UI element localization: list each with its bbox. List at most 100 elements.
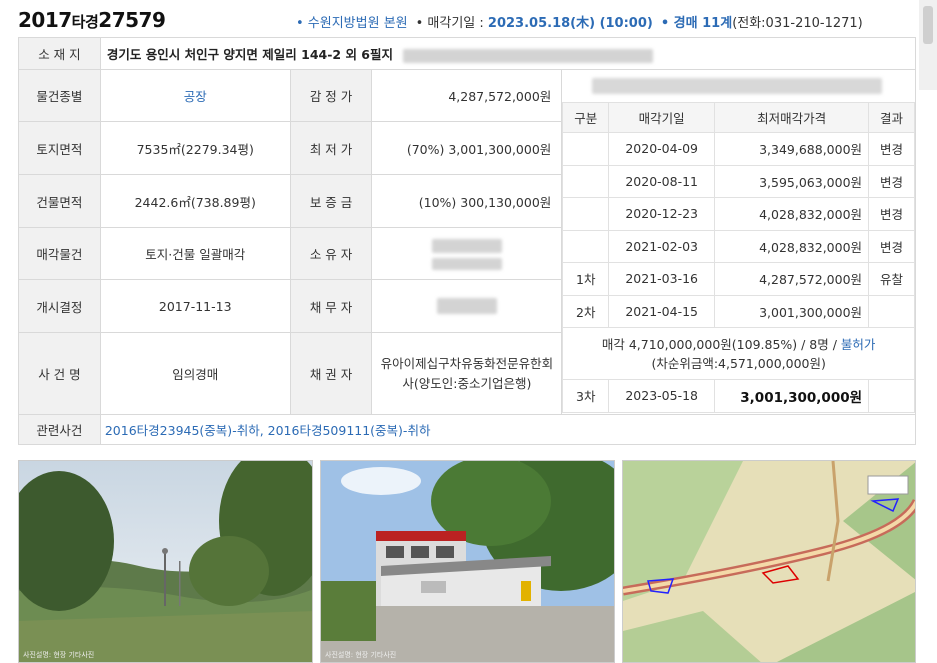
price: 4,028,832,000원 [714,229,870,263]
not-approved-link[interactable]: 불허가 [841,337,876,352]
round [562,164,610,198]
label-appraisal: 감 정 가 [289,69,373,122]
label-sale-object: 매각물건 [18,227,101,280]
value-property-type: 공장 [99,69,291,122]
value-appraisal: 4,287,572,000원 [371,69,563,122]
label-owner: 소 유 자 [289,227,373,280]
related-cases-link[interactable]: 2016타경23945(중복)-취하, 2016타경509111(중복)-취하 [99,414,917,445]
result: 변경 [868,197,915,231]
result: 변경 [868,164,915,198]
current-result [868,379,915,413]
current-date: 2023-05-18 [608,379,716,413]
round [562,197,610,231]
value-creditor: 유아이제십구차유동화전문유한회사(양도인:중소기업은행) [371,332,563,415]
redacted-owner-2 [431,257,502,270]
photo-caption: 사진설명: 현장 기타사진 [23,651,95,659]
round [562,132,610,166]
case-type: 타경 [71,13,99,31]
case-year: 2017 [18,8,72,32]
site-photo-2[interactable]: 사진설명: 현장 기타사진 [320,460,615,663]
label-property-type: 물건종별 [18,69,101,122]
value-min-price: (70%) 3,001,300,000원 [371,121,563,175]
date: 2021-04-15 [608,294,716,328]
history-row: 2020-08-11 3,595,063,000원 변경 [562,164,915,198]
redacted-header [562,70,915,102]
result: 변경 [868,229,915,263]
label-min-price: 최 저 가 [289,121,373,175]
redacted-block [592,78,883,94]
price: 3,349,688,000원 [714,132,870,166]
case-number: 2017타경27579 [18,8,166,32]
case-num: 27579 [98,8,166,32]
price: 3,595,063,000원 [714,164,870,198]
label-start-decision: 개시결정 [18,279,101,333]
sale-history-table: 구분 매각기일 최저매각가격 결과 2020-04-09 3,349,688,00… [562,102,915,413]
value-debtor [371,279,563,333]
date: 2020-08-11 [608,164,716,198]
value-land-area: 7535㎡(2279.34평) [99,121,291,175]
history-row: 1차 2021-03-16 4,287,572,000원 유찰 [562,262,915,296]
site-map[interactable] [622,460,916,663]
building-photo-image [321,461,614,662]
price: 4,028,832,000원 [714,197,870,231]
result: 변경 [868,132,915,166]
history-row: 2020-04-09 3,349,688,000원 변경 [562,132,915,166]
photo-caption: 사진설명: 현장 기타사진 [325,651,397,659]
col-min-price: 최저매각가격 [714,102,870,133]
sale-summary-text: 매각 4,710,000,000원(109.85%) / 8명 / [601,336,841,352]
sale-date-label: • 매각기일 : [415,16,488,31]
date: 2020-12-23 [608,197,716,231]
second-bid-amount: (차순위금액:4,571,000,000원) [651,355,826,371]
history-panel: 구분 매각기일 최저매각가격 결과 2020-04-09 3,349,688,00… [561,69,916,415]
value-owner [371,227,563,280]
result [868,294,915,328]
sale-date: 2023.05.18(木) (10:00) [487,16,653,31]
col-date: 매각기일 [608,102,716,133]
field-photo-image [19,461,312,662]
round: 2차 [562,294,610,328]
dept-phone: (전화:031-210-1271) [732,16,863,31]
court-name[interactable]: • 수원지방법원 본원 [296,16,408,31]
value-case-name: 임의경매 [99,332,291,415]
label-debtor: 채 무 자 [289,279,373,333]
value-building-area: 2442.6㎡(738.89평) [99,174,291,228]
history-row: 2021-02-03 4,028,832,000원 변경 [562,229,915,263]
current-round-row: 3차 2023-05-18 3,001,300,000원 [562,379,915,413]
dept-label: • 경매 11계 [660,16,733,31]
current-round: 3차 [562,379,610,413]
related-label: 관련사건 [18,414,101,445]
location-label: 소 재 지 [18,37,101,70]
round [562,229,610,263]
col-round: 구분 [562,102,610,133]
court-info: • 수원지방법원 본원 • 매각기일 : 2023.05.18(木) (10:00… [296,12,863,31]
redacted-address [403,48,654,63]
site-photo-1[interactable]: 사진설명: 현장 기타사진 [18,460,313,663]
redacted-owner [431,239,502,253]
label-land-area: 토지면적 [18,121,101,175]
date: 2021-02-03 [608,229,716,263]
value-sale-object: 토지·건물 일괄매각 [99,227,291,280]
redacted-debtor [436,298,497,315]
location-value: 경기도 용인시 처인구 양지면 제일리 144-2 외 6필지 [106,47,393,62]
result: 유찰 [868,262,915,296]
scrollbar-thumb[interactable] [923,6,933,44]
round: 1차 [562,262,610,296]
label-creditor: 채 권 자 [289,332,373,415]
location-cell: 경기도 용인시 처인구 양지면 제일리 144-2 외 6필지 [99,37,917,70]
history-row: 2차 2021-04-15 3,001,300,000원 [562,294,915,328]
case-info-table: 소 재 지 경기도 용인시 처인구 양지면 제일리 144-2 외 6필지 물건… [18,37,917,445]
price: 4,287,572,000원 [714,262,870,296]
sale-summary: 매각 4,710,000,000원(109.85%) / 8명 / 불허가 (차… [562,327,915,380]
date: 2020-04-09 [608,132,716,166]
photo-gallery: 사진설명: 현장 기타사진 사진설명: 현장 기타사진 [18,460,916,663]
current-min-price: 3,001,300,000원 [714,379,870,413]
case-header: 2017타경27579 • 수원지방법원 본원 • 매각기일 : 2023.05.… [0,0,937,38]
label-building-area: 건물면적 [18,174,101,228]
label-case-name: 사 건 명 [18,332,101,415]
cadastral-map-image [623,461,915,662]
price: 3,001,300,000원 [714,294,870,328]
scrollbar[interactable] [919,0,937,90]
col-result: 결과 [868,102,915,133]
date: 2021-03-16 [608,262,716,296]
value-deposit: (10%) 300,130,000원 [371,174,563,228]
